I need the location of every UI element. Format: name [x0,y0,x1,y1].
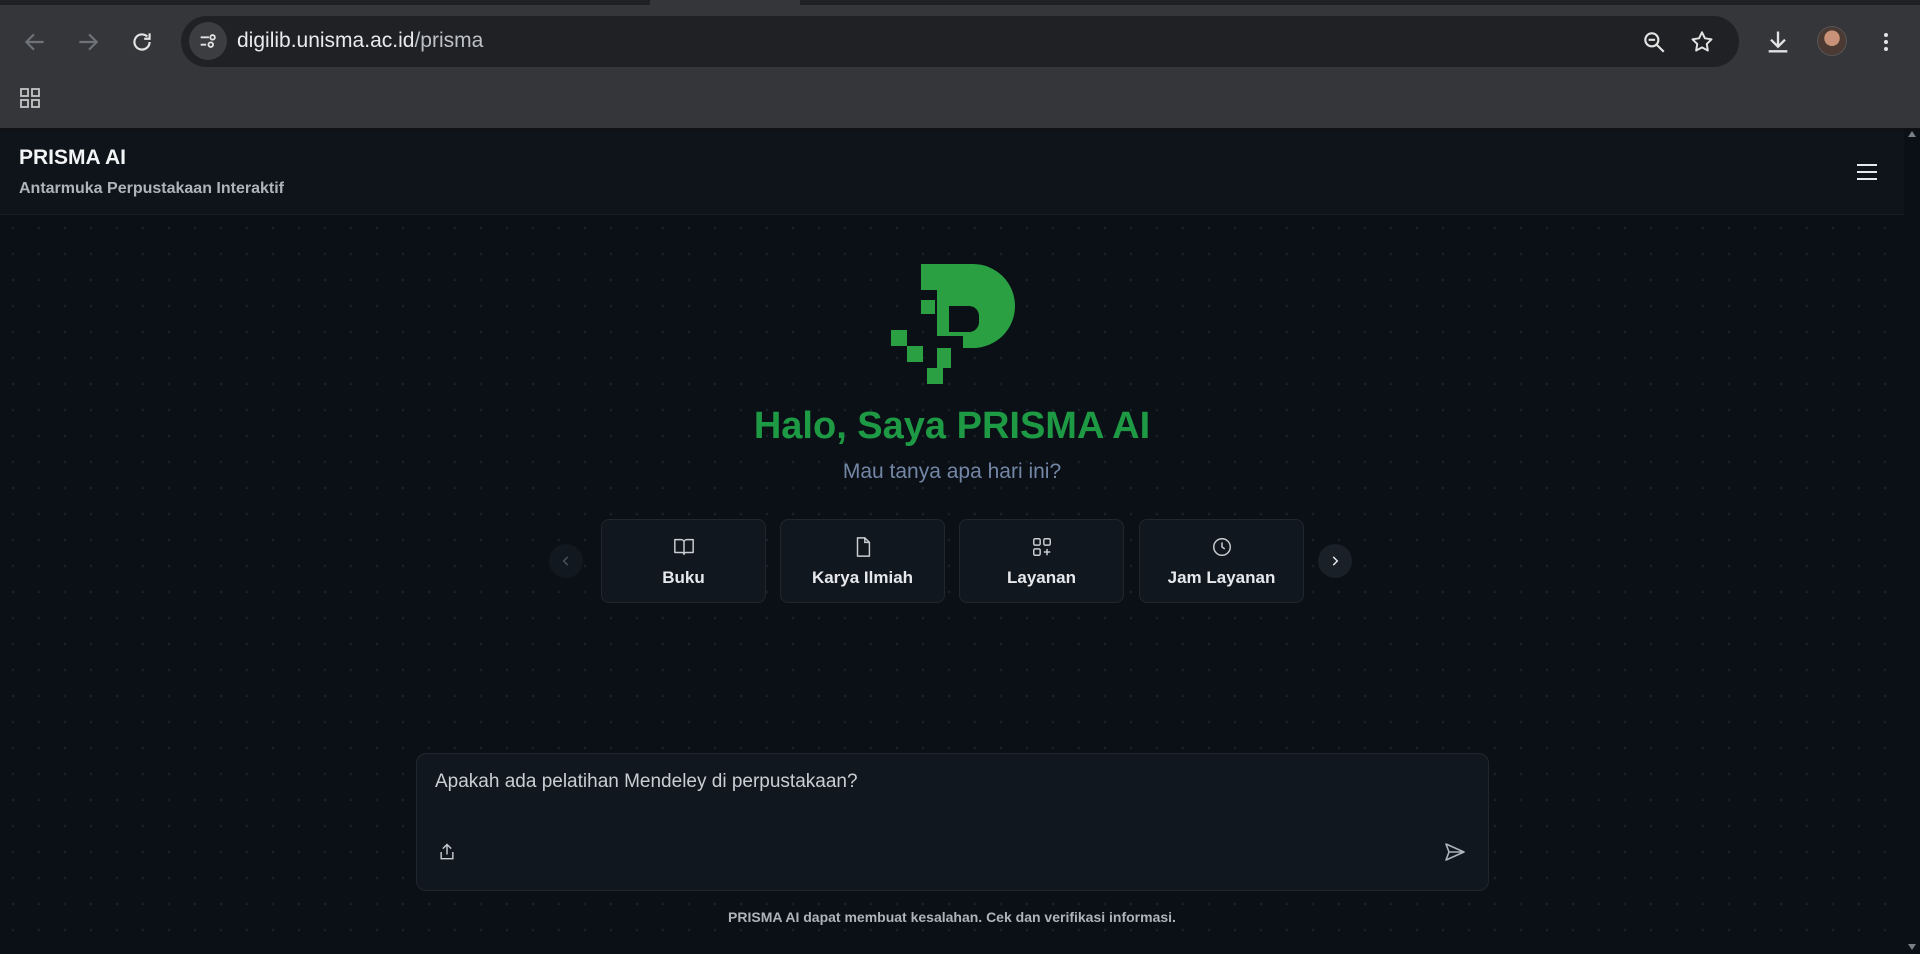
greeting-subtitle: Mau tanya apa hari ini? [842,460,1062,483]
forward-icon [79,33,99,51]
scroll-down-arrow[interactable] [1908,944,1916,950]
apps-icon [20,88,40,108]
app-subtitle: Antarmuka Perpustakaan Interaktif [19,180,284,197]
menu-button[interactable] [1851,158,1883,186]
bookmark-star-icon [1691,31,1713,52]
url-path: /prisma [414,29,484,52]
grid-plus-icon [1030,535,1054,559]
clock-icon [1210,535,1234,559]
quick-action-layanan[interactable]: Layanan [959,519,1124,603]
forward-button[interactable] [68,22,108,62]
chevron-left-icon [562,556,569,566]
send-button[interactable] [1437,836,1473,868]
app-header: PRISMA AI Antarmuka Perpustakaan Interak… [0,129,1904,215]
url-host: digilib.unisma.ac.id [237,29,415,52]
chat-input[interactable] [435,771,1435,793]
attach-button[interactable] [431,836,463,868]
site-info-button[interactable] [189,22,227,60]
book-icon [672,535,696,559]
url-text[interactable]: digilib.unisma.ac.id/prisma [237,29,483,53]
carousel-next-button[interactable] [1318,544,1352,578]
page-scrollbar[interactable] [1904,129,1920,954]
avatar[interactable] [1817,26,1847,56]
prisma-logo [891,264,1015,384]
disclaimer-text: PRISMA AI dapat membuat kesalahan. Cek d… [728,909,1176,925]
bookmark-button[interactable] [1686,26,1718,58]
quick-action-buku[interactable]: Buku [601,519,766,603]
main-content: Halo, Saya PRISMA AI Mau tanya apa hari … [0,215,1904,954]
greeting-heading: Halo, Saya PRISMA AI [753,405,1151,447]
chevron-right-icon [1332,556,1339,566]
back-icon [24,33,44,51]
more-button[interactable] [1866,22,1906,62]
zoom-icon [1644,32,1665,53]
carousel-prev-button[interactable] [549,544,583,578]
quick-action-jam-layanan[interactable]: Jam Layanan [1139,519,1304,603]
reload-icon [133,33,151,51]
more-icon [1884,33,1888,51]
back-button[interactable] [15,22,55,62]
quick-action-label: Layanan [1007,567,1076,587]
address-bar[interactable]: digilib.unisma.ac.id/prisma [181,16,1739,67]
share-upload-icon [440,843,454,860]
quick-action-label: Jam Layanan [1167,567,1276,587]
browser-toolbar: digilib.unisma.ac.id/prisma [0,0,1920,129]
scroll-up-arrow[interactable] [1908,131,1916,137]
download-icon [1768,31,1788,53]
download-button[interactable] [1758,22,1798,62]
zoom-button[interactable] [1638,26,1670,58]
hamburger-icon [1857,164,1877,180]
apps-button[interactable] [14,82,46,114]
send-icon [1445,843,1465,861]
quick-action-label: Karya Ilmiah [811,567,914,587]
reload-button[interactable] [122,22,162,62]
document-icon [851,535,875,559]
site-info-icon [200,34,216,48]
active-tab[interactable] [650,0,800,5]
app-title: PRISMA AI [19,146,126,169]
quick-action-label: Buku [662,567,705,587]
chat-input-box[interactable] [416,753,1489,891]
quick-action-karya-ilmiah[interactable]: Karya Ilmiah [780,519,945,603]
tab-strip [0,0,1920,5]
